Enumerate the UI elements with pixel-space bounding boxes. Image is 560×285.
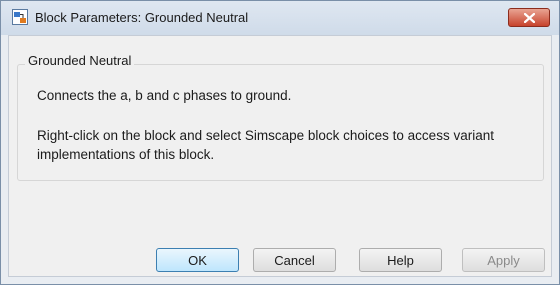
cancel-button[interactable]: Cancel xyxy=(253,248,336,272)
close-button[interactable] xyxy=(508,8,550,27)
title-bar[interactable]: Block Parameters: Grounded Neutral xyxy=(1,1,559,35)
simulink-block-icon xyxy=(12,9,28,25)
groupbox-title: Grounded Neutral xyxy=(25,53,135,68)
apply-button[interactable]: Apply xyxy=(462,248,545,272)
dialog-window: Block Parameters: Grounded Neutral Groun… xyxy=(0,0,560,285)
block-help-text: Right-click on the block and select Sims… xyxy=(37,128,494,162)
ok-button[interactable]: OK xyxy=(156,248,239,272)
help-button[interactable]: Help xyxy=(359,248,442,272)
close-icon xyxy=(524,13,535,23)
window-title: Block Parameters: Grounded Neutral xyxy=(35,10,249,25)
block-description: Connects the a, b and c phases to ground… xyxy=(37,88,292,103)
